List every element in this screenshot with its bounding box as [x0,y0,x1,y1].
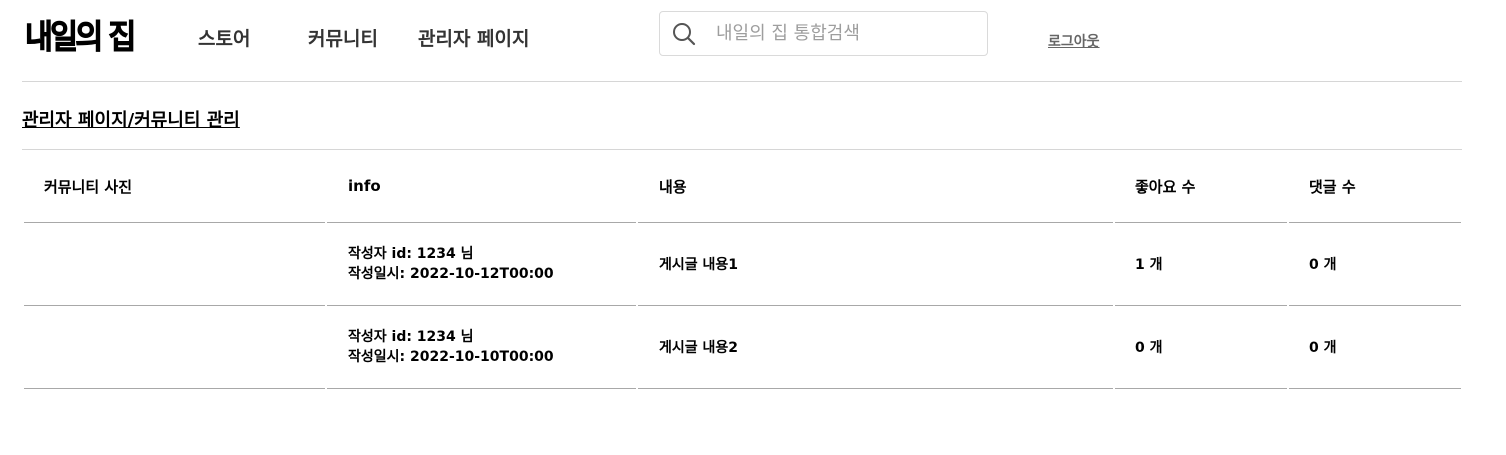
community-photo-cell [24,306,325,389]
top-header: 내일의 집 스토어 커뮤니티 관리자 페이지 로그아웃 [22,0,1462,82]
comments-cell: 0 개 [1289,223,1461,306]
search-icon[interactable] [672,22,696,46]
column-header-photo: 커뮤니티 사진 [24,150,325,223]
column-header-content: 내용 [638,150,1113,223]
search-input[interactable] [716,20,976,47]
comments-cell: 0 개 [1289,306,1461,389]
breadcrumb[interactable]: 관리자 페이지/커뮤니티 관리 [22,106,240,132]
community-photo-cell [24,223,325,306]
breadcrumb-bar: 관리자 페이지/커뮤니티 관리 [22,82,1462,150]
search-box[interactable] [659,11,988,56]
likes-cell: 0 개 [1115,306,1287,389]
content-cell: 게시글 내용2 [638,306,1113,389]
logo[interactable]: 내일의 집 [25,14,137,60]
info-cell: 작성자 id: 1234 님 작성일시: 2022-10-12T00:00 [327,223,636,306]
created-at-text: 작성일시: 2022-10-10T00:00 [348,349,554,365]
info-cell: 작성자 id: 1234 님 작성일시: 2022-10-10T00:00 [327,306,636,389]
nav-community[interactable]: 커뮤니티 [308,26,378,52]
likes-cell: 1 개 [1115,223,1287,306]
table-row[interactable]: 작성자 id: 1234 님 작성일시: 2022-10-10T00:00 게시… [24,306,1461,389]
column-header-likes: 좋아요 수 [1115,150,1287,223]
author-text: 작성자 id: 1234 님 [348,329,474,345]
column-header-comments: 댓글 수 [1289,150,1461,223]
created-at-text: 작성일시: 2022-10-12T00:00 [348,266,554,282]
table-row[interactable]: 작성자 id: 1234 님 작성일시: 2022-10-12T00:00 게시… [24,223,1461,306]
content-cell: 게시글 내용1 [638,223,1113,306]
community-table: 커뮤니티 사진 info 내용 좋아요 수 댓글 수 작성자 id: 1234 … [24,150,1461,389]
table-header-row: 커뮤니티 사진 info 내용 좋아요 수 댓글 수 [24,150,1461,223]
nav-store[interactable]: 스토어 [198,26,250,52]
author-text: 작성자 id: 1234 님 [348,246,474,262]
logout-link[interactable]: 로그아웃 [1048,31,1100,51]
nav-admin-page[interactable]: 관리자 페이지 [418,26,530,52]
column-header-info: info [327,150,636,223]
